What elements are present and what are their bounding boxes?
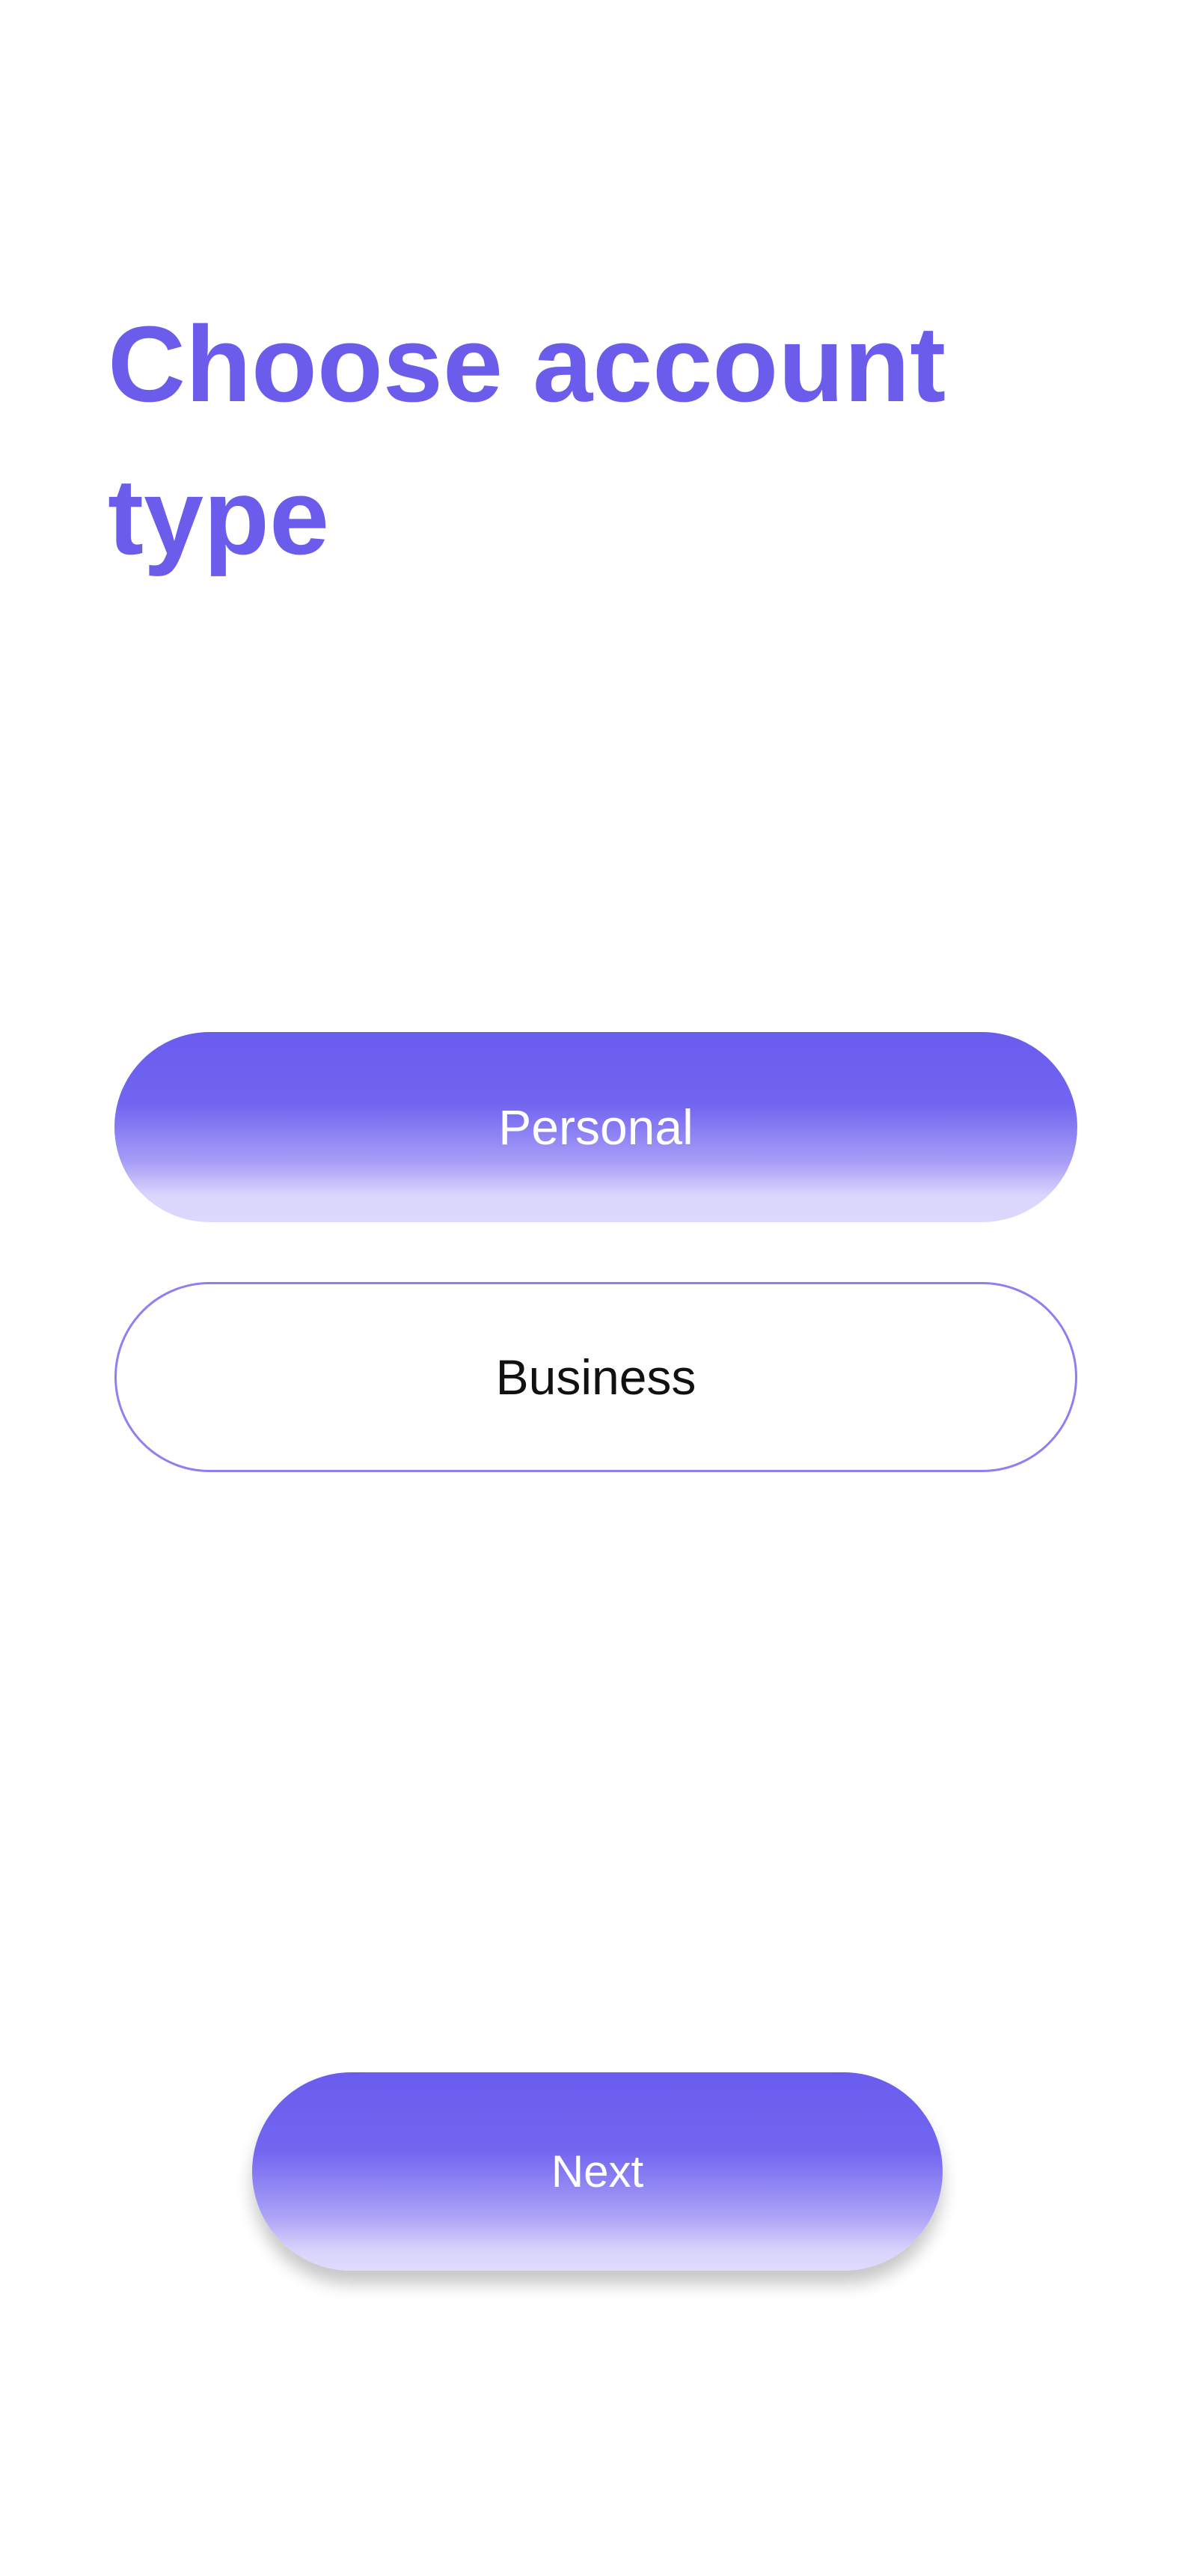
business-account-option[interactable]: Business <box>114 1282 1077 1472</box>
page-title: Choose account type <box>108 304 946 577</box>
personal-account-option[interactable]: Personal <box>114 1032 1077 1222</box>
next-button[interactable]: Next <box>252 2072 943 2271</box>
account-type-screen: Choose account type Personal Business Ne… <box>0 0 1194 2576</box>
